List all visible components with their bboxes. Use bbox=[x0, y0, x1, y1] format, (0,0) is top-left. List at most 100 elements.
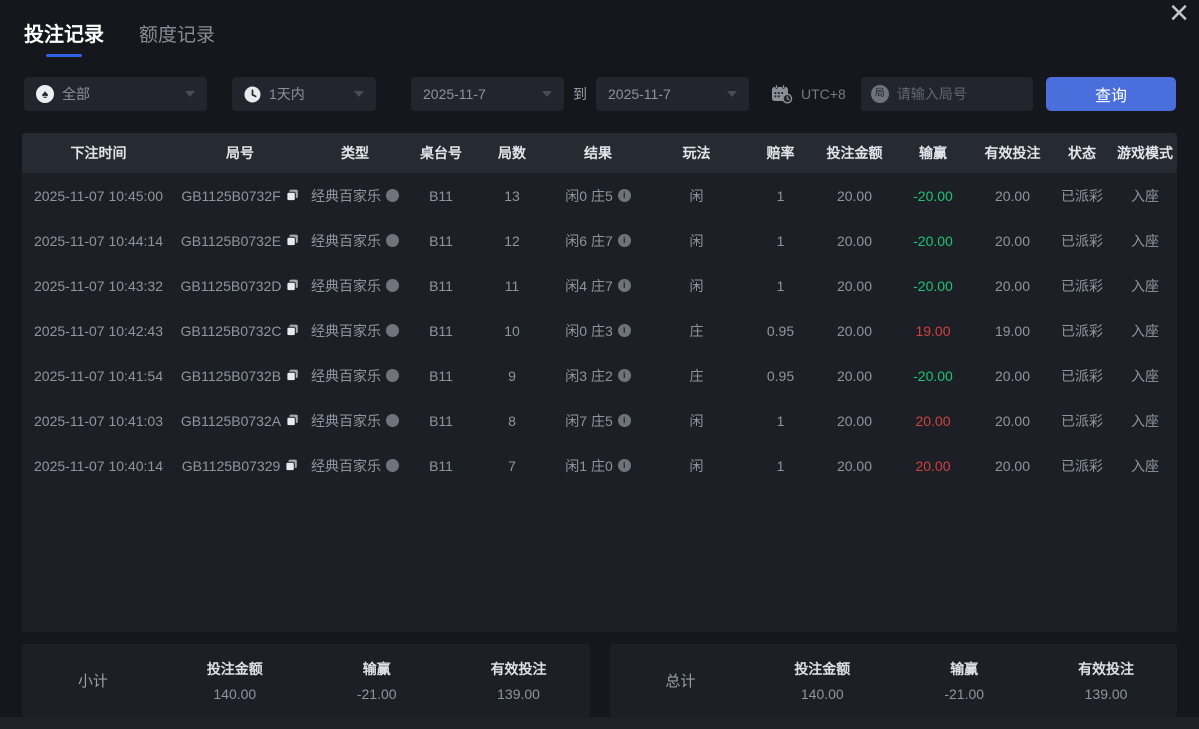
copy-icon[interactable] bbox=[285, 459, 298, 472]
cell-round-id: GB1125B0732E bbox=[175, 233, 305, 249]
cell-bet-time: 2025-11-07 10:42:43 bbox=[22, 323, 175, 339]
chevron-down-icon bbox=[185, 91, 195, 97]
cell-round-count: 8 bbox=[477, 413, 547, 429]
result-info-icon[interactable]: i bbox=[617, 414, 631, 427]
cell-win-loss-text: 19.00 bbox=[915, 322, 951, 339]
cell-round-count: 12 bbox=[477, 233, 547, 249]
cell-status-text: 已派彩 bbox=[1061, 277, 1103, 294]
cell-bet-amount-text: 20.00 bbox=[836, 412, 873, 429]
round-search-input[interactable] bbox=[896, 86, 1023, 102]
game-type-info-icon[interactable] bbox=[386, 279, 399, 292]
cell-round-id-text: GB1125B07329 bbox=[181, 457, 281, 474]
cell-game-type-text: 经典百家乐 bbox=[311, 232, 381, 249]
cell-play-type-text: 庄 bbox=[689, 322, 704, 339]
cell-play-type: 闲 bbox=[649, 276, 744, 296]
cell-game-mode: 入座 bbox=[1113, 186, 1177, 206]
cell-table-no-text: B11 bbox=[429, 187, 453, 204]
cell-round-count-text: 12 bbox=[504, 232, 520, 249]
cell-game-mode-text: 入座 bbox=[1131, 322, 1159, 339]
cell-bet-time-text: 2025-11-07 10:42:43 bbox=[34, 322, 163, 339]
cell-status-text: 已派彩 bbox=[1061, 322, 1103, 339]
result-info-icon[interactable]: i bbox=[617, 189, 631, 202]
copy-icon[interactable] bbox=[286, 279, 299, 292]
cell-round-count-text: 7 bbox=[508, 457, 516, 474]
cell-bet-amount-text: 20.00 bbox=[836, 367, 873, 384]
total-card: 总计 投注金额 140.00 输赢 -21.00 有效投注 139.00 bbox=[609, 644, 1177, 717]
game-type-info-icon[interactable] bbox=[386, 234, 399, 247]
copy-icon[interactable] bbox=[286, 234, 299, 247]
date-from-select[interactable]: 2025-11-7 bbox=[411, 77, 564, 111]
copy-icon[interactable] bbox=[286, 414, 299, 427]
search-button[interactable]: 查询 bbox=[1046, 77, 1176, 111]
cell-status-text: 已派彩 bbox=[1061, 187, 1103, 204]
game-type-info-icon[interactable] bbox=[386, 324, 399, 337]
cell-round-count: 11 bbox=[477, 278, 547, 294]
cell-win-loss: -20.00 bbox=[892, 278, 974, 294]
result-info-icon[interactable]: i bbox=[617, 459, 631, 472]
table-row: 2025-11-07 10:44:14 GB1125B0732E 经典百家乐 B11 1… bbox=[22, 218, 1177, 263]
cell-valid-bet: 20.00 bbox=[974, 458, 1051, 474]
table-header-cell: 有效投注 bbox=[984, 145, 1041, 161]
cell-game-mode-text: 入座 bbox=[1131, 232, 1159, 249]
table-header-cell: 投注金额 bbox=[826, 145, 883, 161]
game-type-info-icon[interactable] bbox=[386, 459, 399, 472]
time-range-select[interactable]: 1天内 bbox=[232, 77, 376, 111]
copy-icon[interactable] bbox=[286, 369, 299, 382]
cell-win-loss-text: 20.00 bbox=[915, 412, 951, 429]
result-info-icon[interactable]: i bbox=[617, 279, 631, 292]
game-type-info-icon[interactable] bbox=[386, 414, 399, 427]
cell-odds: 1 bbox=[744, 413, 817, 429]
cell-valid-bet: 20.00 bbox=[974, 233, 1051, 249]
cell-bet-amount: 20.00 bbox=[817, 368, 892, 384]
cell-play-type: 闲 bbox=[649, 456, 744, 476]
cell-odds: 0.95 bbox=[744, 368, 817, 384]
cell-game-type: 经典百家乐 bbox=[305, 456, 405, 476]
tab-quota-records[interactable]: 额度记录 bbox=[139, 20, 215, 47]
result-info-icon[interactable]: i bbox=[617, 324, 631, 337]
table-row: 2025-11-07 10:41:03 GB1125B0732A 经典百家乐 B11 8… bbox=[22, 398, 1177, 443]
cell-round-id: GB1125B0732C bbox=[175, 323, 305, 339]
cell-bet-time-text: 2025-11-07 10:41:54 bbox=[34, 367, 163, 384]
cell-game-mode: 入座 bbox=[1113, 456, 1177, 476]
cell-game-type: 经典百家乐 bbox=[305, 366, 405, 386]
game-type-info-icon[interactable] bbox=[386, 189, 399, 202]
cell-round-id-text: GB1125B0732E bbox=[180, 232, 282, 249]
cell-result: 闲3 庄2 i bbox=[547, 366, 649, 386]
time-range-value: 1天内 bbox=[269, 86, 305, 102]
cell-bet-amount-text: 20.00 bbox=[836, 277, 873, 294]
close-icon[interactable]: × bbox=[1169, 0, 1189, 32]
result-info-icon[interactable]: i bbox=[617, 369, 631, 382]
cell-bet-amount-text: 20.00 bbox=[836, 187, 873, 204]
cell-win-loss: 20.00 bbox=[892, 413, 974, 429]
cell-round-id-text: GB1125B0732C bbox=[180, 322, 282, 339]
tab-bet-records[interactable]: 投注记录 bbox=[24, 18, 104, 57]
cell-win-loss: 19.00 bbox=[892, 323, 974, 339]
timezone-group: UTC+8 bbox=[771, 84, 846, 104]
date-to-select[interactable]: 2025-11-7 bbox=[596, 77, 749, 111]
cell-bet-time-text: 2025-11-07 10:41:03 bbox=[34, 412, 163, 429]
round-search-field: 局 bbox=[860, 77, 1033, 111]
game-type-info-icon[interactable] bbox=[386, 369, 399, 382]
cell-table-no-text: B11 bbox=[429, 367, 453, 384]
cell-result-text: 闲0 庄3 bbox=[565, 322, 613, 339]
cell-valid-bet: 20.00 bbox=[974, 413, 1051, 429]
cell-odds-text: 1 bbox=[776, 187, 785, 204]
cell-game-type: 经典百家乐 bbox=[305, 186, 405, 206]
table-row: 2025-11-07 10:41:54 GB1125B0732B 经典百家乐 B11 9… bbox=[22, 353, 1177, 398]
valid-bet-value: 139.00 bbox=[1084, 686, 1128, 702]
cell-status: 已派彩 bbox=[1051, 276, 1113, 296]
table-header-cell: 游戏模式 bbox=[1117, 145, 1173, 161]
cell-status-text: 已派彩 bbox=[1061, 367, 1103, 384]
copy-icon[interactable] bbox=[286, 189, 299, 202]
game-type-select[interactable]: ♠ 全部 bbox=[24, 77, 207, 111]
total-bet-amount: 投注金额 140.00 bbox=[751, 659, 893, 702]
cell-round-count: 7 bbox=[477, 458, 547, 474]
cell-round-id: GB1125B07329 bbox=[175, 458, 305, 474]
cell-status: 已派彩 bbox=[1051, 231, 1113, 251]
cell-round-id: GB1125B0732A bbox=[175, 413, 305, 429]
cell-game-type: 经典百家乐 bbox=[305, 276, 405, 296]
bet-amount-value: 140.00 bbox=[800, 686, 844, 702]
result-info-icon[interactable]: i bbox=[617, 234, 631, 247]
cell-play-type-text: 闲 bbox=[689, 412, 704, 429]
copy-icon[interactable] bbox=[286, 324, 299, 337]
